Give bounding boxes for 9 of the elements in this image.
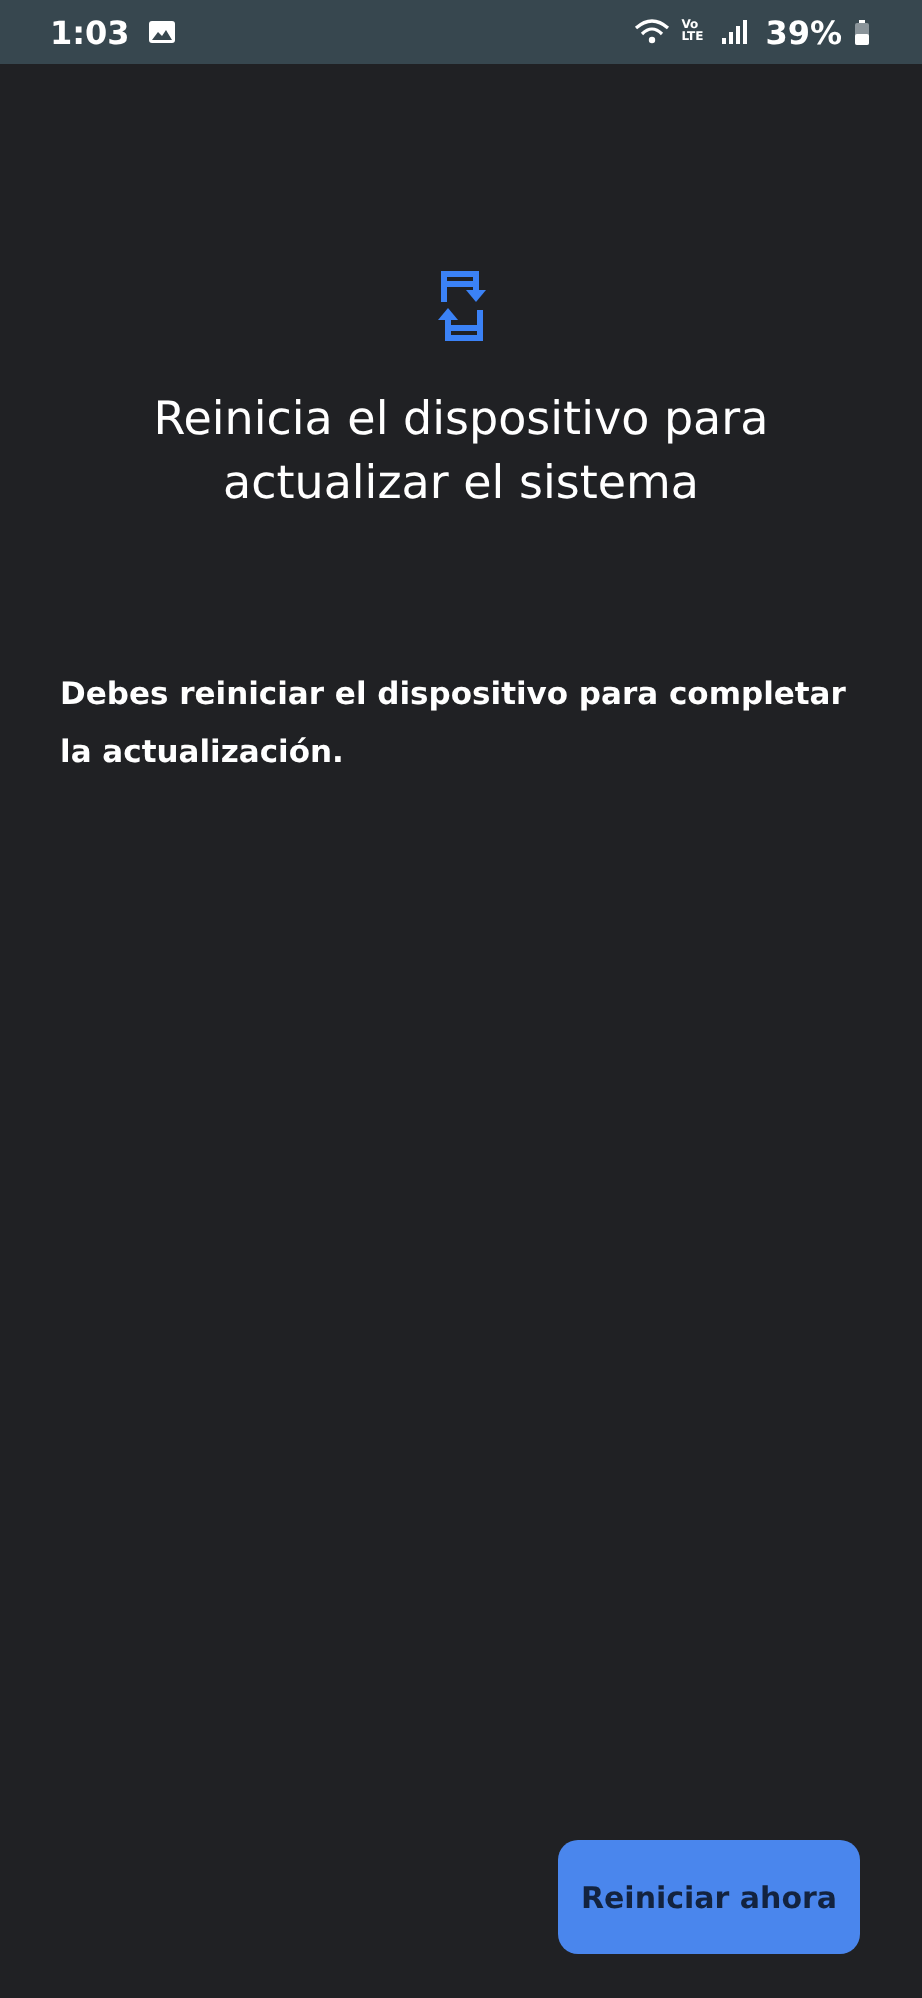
message-text: Debes reiniciar el dispositivo para completar la actualización. (60, 674, 848, 774)
dialog-title: Reinicia el dispositivo para actualizar el sistema (151, 392, 771, 514)
status-time: 1:03 (50, 13, 130, 51)
wifi-icon (633, 18, 670, 46)
signal-icon (721, 20, 748, 44)
battery-level: 39% (765, 13, 842, 51)
restart-button[interactable]: Reiniciar ahora (558, 1840, 860, 1954)
battery-icon (854, 19, 870, 45)
image-icon (147, 20, 176, 44)
